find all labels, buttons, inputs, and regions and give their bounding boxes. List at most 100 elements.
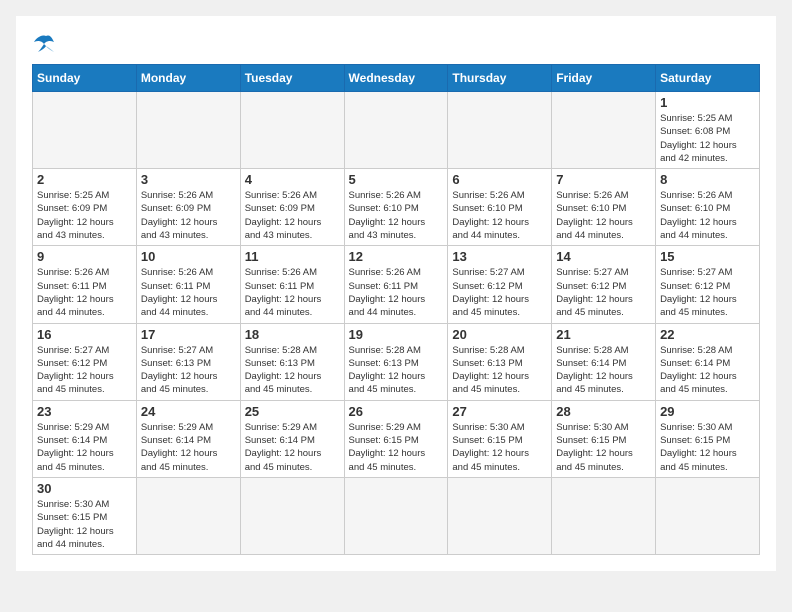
day-number: 25: [245, 404, 340, 419]
day-number: 22: [660, 327, 755, 342]
day-number: 14: [556, 249, 651, 264]
calendar-cell: 3Sunrise: 5:26 AMSunset: 6:09 PMDaylight…: [136, 169, 240, 246]
day-number: 11: [245, 249, 340, 264]
day-info: Sunrise: 5:26 AMSunset: 6:10 PMDaylight:…: [556, 189, 651, 242]
calendar-cell: 29 Sunrise: 5:30 AMSunset: 6:15 PMDayligh…: [656, 400, 760, 477]
calendar-cell: 5Sunrise: 5:26 AMSunset: 6:10 PMDaylight…: [344, 169, 448, 246]
header-day-monday: Monday: [136, 65, 240, 92]
day-info: Sunrise: 5:30 AMSunset: 6:15 PMDaylight:…: [452, 421, 547, 474]
calendar-cell: 18 Sunrise: 5:28 AMSunset: 6:13 PMDayligh…: [240, 323, 344, 400]
calendar-cell: 4 Sunrise: 5:26 AMSunset: 6:09 PMDaylight…: [240, 169, 344, 246]
day-number: 28: [556, 404, 651, 419]
day-number: 7: [556, 172, 651, 187]
day-number: 19: [349, 327, 444, 342]
calendar-cell: 2 Sunrise: 5:25 AMSunset: 6:09 PMDaylight…: [33, 169, 137, 246]
day-info: Sunrise: 5:26 AMSunset: 6:09 PMDaylight:…: [245, 189, 340, 242]
calendar-cell: [656, 477, 760, 554]
calendar-week-2: 2 Sunrise: 5:25 AMSunset: 6:09 PMDaylight…: [33, 169, 760, 246]
calendar-cell: 6Sunrise: 5:26 AMSunset: 6:10 PMDaylight…: [448, 169, 552, 246]
day-info: Sunrise: 5:29 AMSunset: 6:14 PMDaylight:…: [245, 421, 340, 474]
calendar-table: SundayMondayTuesdayWednesdayThursdayFrid…: [32, 64, 760, 555]
day-info: Sunrise: 5:26 AMSunset: 6:11 PMDaylight:…: [349, 266, 444, 319]
day-number: 2: [37, 172, 132, 187]
calendar-cell: 25 Sunrise: 5:29 AMSunset: 6:14 PMDayligh…: [240, 400, 344, 477]
day-info: Sunrise: 5:27 AMSunset: 6:12 PMDaylight:…: [556, 266, 651, 319]
calendar-cell: 8 Sunrise: 5:26 AMSunset: 6:10 PMDaylight…: [656, 169, 760, 246]
calendar-page: SundayMondayTuesdayWednesdayThursdayFrid…: [16, 16, 776, 571]
calendar-cell: 26 Sunrise: 5:29 AMSunset: 6:15 PMDayligh…: [344, 400, 448, 477]
day-number: 10: [141, 249, 236, 264]
day-number: 26: [349, 404, 444, 419]
day-number: 16: [37, 327, 132, 342]
calendar-cell: 14 Sunrise: 5:27 AMSunset: 6:12 PMDayligh…: [552, 246, 656, 323]
header-day-saturday: Saturday: [656, 65, 760, 92]
day-info: Sunrise: 5:29 AMSunset: 6:15 PMDaylight:…: [349, 421, 444, 474]
day-info: Sunrise: 5:28 AMSunset: 6:13 PMDaylight:…: [452, 344, 547, 397]
day-number: 8: [660, 172, 755, 187]
calendar-cell: [448, 477, 552, 554]
day-number: 27: [452, 404, 547, 419]
day-info: Sunrise: 5:30 AMSunset: 6:15 PMDaylight:…: [660, 421, 755, 474]
day-number: 24: [141, 404, 236, 419]
calendar-cell: [240, 477, 344, 554]
calendar-cell: 15 Sunrise: 5:27 AMSunset: 6:12 PMDayligh…: [656, 246, 760, 323]
day-number: 30: [37, 481, 132, 496]
calendar-cell: [136, 477, 240, 554]
day-info: Sunrise: 5:26 AMSunset: 6:10 PMDaylight:…: [660, 189, 755, 242]
day-info: Sunrise: 5:27 AMSunset: 6:12 PMDaylight:…: [660, 266, 755, 319]
calendar-cell: 11Sunrise: 5:26 AMSunset: 6:11 PMDayligh…: [240, 246, 344, 323]
day-info: Sunrise: 5:25 AMSunset: 6:08 PMDaylight:…: [660, 112, 755, 165]
day-number: 9: [37, 249, 132, 264]
day-number: 29: [660, 404, 755, 419]
day-info: Sunrise: 5:27 AMSunset: 6:12 PMDaylight:…: [452, 266, 547, 319]
calendar-cell: 28 Sunrise: 5:30 AMSunset: 6:15 PMDayligh…: [552, 400, 656, 477]
header-day-sunday: Sunday: [33, 65, 137, 92]
calendar-cell: [448, 92, 552, 169]
calendar-cell: [240, 92, 344, 169]
calendar-cell: 30 Sunrise: 5:30 AMSunset: 6:15 PMDayligh…: [33, 477, 137, 554]
day-info: Sunrise: 5:25 AMSunset: 6:09 PMDaylight:…: [37, 189, 132, 242]
day-info: Sunrise: 5:26 AMSunset: 6:10 PMDaylight:…: [452, 189, 547, 242]
header: [32, 32, 760, 56]
calendar-cell: 10 Sunrise: 5:26 AMSunset: 6:11 PMDayligh…: [136, 246, 240, 323]
calendar-cell: 13 Sunrise: 5:27 AMSunset: 6:12 PMDayligh…: [448, 246, 552, 323]
day-info: Sunrise: 5:29 AMSunset: 6:14 PMDaylight:…: [37, 421, 132, 474]
calendar-cell: [552, 92, 656, 169]
calendar-week-5: 23 Sunrise: 5:29 AMSunset: 6:14 PMDayligh…: [33, 400, 760, 477]
calendar-cell: 12 Sunrise: 5:26 AMSunset: 6:11 PMDayligh…: [344, 246, 448, 323]
day-info: Sunrise: 5:27 AMSunset: 6:13 PMDaylight:…: [141, 344, 236, 397]
day-number: 23: [37, 404, 132, 419]
header-day-thursday: Thursday: [448, 65, 552, 92]
day-number: 20: [452, 327, 547, 342]
day-info: Sunrise: 5:26 AMSunset: 6:11 PMDaylight:…: [141, 266, 236, 319]
calendar-cell: 24Sunrise: 5:29 AMSunset: 6:14 PMDayligh…: [136, 400, 240, 477]
calendar-cell: 16Sunrise: 5:27 AMSunset: 6:12 PMDayligh…: [33, 323, 137, 400]
calendar-header: SundayMondayTuesdayWednesdayThursdayFrid…: [33, 65, 760, 92]
day-info: Sunrise: 5:28 AMSunset: 6:13 PMDaylight:…: [245, 344, 340, 397]
calendar-cell: 27 Sunrise: 5:30 AMSunset: 6:15 PMDayligh…: [448, 400, 552, 477]
day-info: Sunrise: 5:28 AMSunset: 6:14 PMDaylight:…: [556, 344, 651, 397]
day-number: 21: [556, 327, 651, 342]
logo-bird-icon: [32, 32, 60, 56]
day-number: 4: [245, 172, 340, 187]
calendar-cell: [344, 477, 448, 554]
day-number: 3: [141, 172, 236, 187]
calendar-cell: 17Sunrise: 5:27 AMSunset: 6:13 PMDayligh…: [136, 323, 240, 400]
calendar-cell: 19 Sunrise: 5:28 AMSunset: 6:13 PMDayligh…: [344, 323, 448, 400]
day-number: 15: [660, 249, 755, 264]
calendar-cell: 7 Sunrise: 5:26 AMSunset: 6:10 PMDaylight…: [552, 169, 656, 246]
calendar-cell: 22 Sunrise: 5:28 AMSunset: 6:14 PMDayligh…: [656, 323, 760, 400]
day-info: Sunrise: 5:28 AMSunset: 6:14 PMDaylight:…: [660, 344, 755, 397]
day-number: 12: [349, 249, 444, 264]
calendar-week-6: 30 Sunrise: 5:30 AMSunset: 6:15 PMDayligh…: [33, 477, 760, 554]
calendar-cell: 21 Sunrise: 5:28 AMSunset: 6:14 PMDayligh…: [552, 323, 656, 400]
day-number: 1: [660, 95, 755, 110]
header-day-tuesday: Tuesday: [240, 65, 344, 92]
day-number: 18: [245, 327, 340, 342]
day-info: Sunrise: 5:26 AMSunset: 6:11 PMDaylight:…: [37, 266, 132, 319]
day-info: Sunrise: 5:30 AMSunset: 6:15 PMDaylight:…: [37, 498, 132, 551]
day-info: Sunrise: 5:28 AMSunset: 6:13 PMDaylight:…: [349, 344, 444, 397]
day-number: 13: [452, 249, 547, 264]
day-info: Sunrise: 5:30 AMSunset: 6:15 PMDaylight:…: [556, 421, 651, 474]
calendar-body: 1 Sunrise: 5:25 AMSunset: 6:08 PMDaylight…: [33, 92, 760, 555]
